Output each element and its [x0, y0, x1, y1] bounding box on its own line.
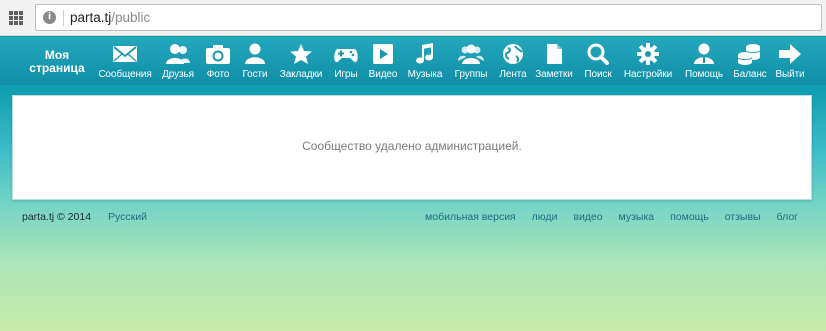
nav-settings[interactable]: Настройки: [620, 43, 676, 83]
url-host: parta.tj: [70, 10, 112, 25]
nav-guests[interactable]: Гости: [238, 43, 272, 83]
help-person-icon: [694, 43, 714, 64]
nav-video[interactable]: Видео: [366, 43, 400, 83]
play-icon: [373, 44, 393, 64]
footer-link-blog[interactable]: блог: [777, 211, 798, 223]
nav-balance[interactable]: Баланс: [730, 43, 770, 83]
camera-icon: [206, 45, 230, 64]
nav-logout[interactable]: Выйти: [773, 43, 807, 83]
nav-label: Лента: [499, 69, 527, 80]
coins-icon: [737, 44, 761, 65]
guest-icon: [245, 43, 265, 64]
nav-games[interactable]: Игры: [330, 43, 362, 83]
envelope-icon: [113, 46, 137, 62]
community-deleted-message: Сообщество удалено администрацией.: [302, 139, 522, 153]
footer-link-reviews[interactable]: отзывы: [725, 211, 761, 223]
nav-label: Выйти: [775, 69, 805, 80]
nav-friends[interactable]: Друзья: [157, 43, 199, 83]
nav-label: Музыка: [407, 69, 443, 80]
nav-bookmarks[interactable]: Закладки: [276, 43, 326, 83]
nav-feed[interactable]: Лента: [496, 43, 530, 83]
gamepad-icon: [334, 49, 358, 63]
nav-label: Заметки: [535, 69, 573, 80]
address-bar[interactable]: i parta.tj/public: [35, 4, 822, 31]
arrow-right-icon: [779, 44, 801, 64]
footer-link-video[interactable]: видео: [573, 211, 602, 223]
nav-notes[interactable]: Заметки: [533, 43, 575, 83]
browser-toolbar: i parta.tj/public: [0, 0, 826, 36]
gear-icon: [637, 43, 659, 65]
url-path: /public: [111, 10, 151, 25]
footer-links: мобильная версия люди видео музыка помощ…: [412, 211, 798, 223]
copyright: parta.tj © 2014: [22, 211, 92, 223]
apps-grid-icon[interactable]: [9, 11, 23, 25]
url-text[interactable]: parta.tj/public: [70, 10, 150, 25]
nav-label: Гости: [242, 69, 268, 80]
site-info-icon[interactable]: i: [43, 11, 56, 24]
nav-label: Баланс: [733, 69, 767, 80]
nav-label: Игры: [334, 69, 358, 80]
footer-link-mobile[interactable]: мобильная версия: [425, 211, 516, 223]
nav-label: Видео: [368, 69, 398, 80]
nav-label: Закладки: [279, 69, 323, 80]
nav-label: Фото: [206, 69, 230, 80]
star-icon: [290, 44, 312, 64]
document-icon: [547, 44, 562, 64]
nav-groups[interactable]: Группы: [450, 43, 492, 83]
content-panel: Сообщество удалено администрацией.: [12, 95, 812, 200]
nav-messages[interactable]: Сообщения: [94, 43, 156, 83]
nav-label: Друзья: [162, 69, 194, 80]
footer-link-help[interactable]: помощь: [670, 211, 709, 223]
magnifier-icon: [587, 43, 609, 65]
globe-icon: [503, 44, 523, 64]
footer-link-music[interactable]: музыка: [619, 211, 655, 223]
my-page-link[interactable]: Моя страница: [22, 49, 92, 75]
group-icon: [458, 44, 484, 64]
friends-icon: [166, 44, 190, 64]
nav-label: Сообщения: [98, 69, 152, 80]
nav-label: Помощь: [684, 69, 724, 80]
nav-label: Настройки: [623, 69, 673, 80]
nav-photo[interactable]: Фото: [201, 43, 235, 83]
nav-search[interactable]: Поиск: [579, 43, 617, 83]
music-note-icon: [416, 43, 433, 64]
footer-link-people[interactable]: люди: [532, 211, 558, 223]
nav-help[interactable]: Помощь: [682, 43, 726, 83]
address-divider: [63, 10, 64, 26]
top-navigation: Моя страница Сообщения Друзья Фото Гости…: [0, 37, 826, 85]
nav-label: Группы: [454, 69, 488, 80]
nav-label: Поиск: [584, 69, 612, 80]
language-link[interactable]: Русский: [108, 211, 147, 223]
nav-music[interactable]: Музыка: [404, 43, 446, 83]
